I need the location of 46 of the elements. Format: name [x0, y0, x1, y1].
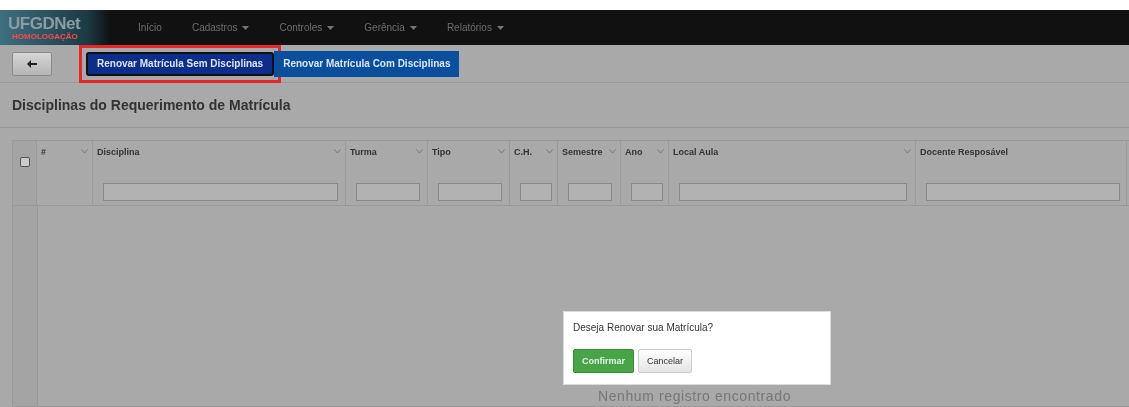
- renew-button[interactable]: Renovar Matrícula Sem Disciplinas: [86, 51, 275, 76]
- column-header[interactable]: #: [41, 147, 46, 157]
- filter-field[interactable]: [520, 183, 552, 201]
- column-header[interactable]: Docente Resposável: [920, 147, 1009, 157]
- filter-field[interactable]: [438, 183, 502, 201]
- chevron-icon[interactable]: [609, 149, 616, 154]
- logo-text: UFGDNet: [8, 14, 81, 32]
- chevron-icon[interactable]: [81, 149, 88, 154]
- chevron-icon[interactable]: [498, 149, 505, 154]
- filter-field[interactable]: [568, 183, 612, 201]
- logo[interactable]: UFGDNet HOMOLOGAÇÃO: [0, 10, 110, 45]
- filter-field[interactable]: [631, 183, 663, 201]
- chevron-icon[interactable]: [416, 149, 423, 154]
- panel-title: Disciplinas do Requerimento de Matrícula: [0, 83, 1129, 128]
- filter-field[interactable]: [356, 183, 420, 201]
- column-header[interactable]: Local Aula: [673, 147, 719, 157]
- nav-menu-item[interactable]: Relatórios: [446, 22, 504, 33]
- caret-icon: [327, 25, 335, 30]
- confirm-button[interactable]: Confirmar: [573, 349, 634, 373]
- back-button[interactable]: [12, 51, 52, 76]
- nav-menu-item[interactable]: Cadastros: [191, 22, 250, 33]
- chevron-icon[interactable]: [546, 149, 553, 154]
- chevron-icon[interactable]: [334, 149, 341, 154]
- chevron-icon[interactable]: [904, 149, 911, 154]
- chevron-icon[interactable]: [657, 149, 664, 154]
- dialog-message: Deseja Renovar sua Matrícula?: [573, 322, 715, 333]
- column-header[interactable]: C.H.: [514, 147, 532, 157]
- nav-menu-item[interactable]: Controles: [279, 22, 335, 33]
- column-header[interactable]: Semestre: [562, 147, 603, 157]
- caret-icon: [409, 25, 417, 30]
- caret-icon: [496, 25, 504, 30]
- column-header[interactable]: Ano: [625, 147, 643, 157]
- back-arrow-icon: [27, 59, 37, 68]
- column-header[interactable]: Disciplina: [97, 147, 140, 157]
- select-all-checkbox[interactable]: [19, 157, 30, 167]
- column-header[interactable]: Turma: [350, 147, 377, 157]
- column-header[interactable]: Tipo: [432, 147, 451, 157]
- caret-icon: [242, 25, 250, 30]
- filter-field[interactable]: [926, 183, 1120, 201]
- environment-label: HOMOLOGAÇÃO: [11, 31, 78, 41]
- nav-menu-item[interactable]: Gerência: [364, 22, 417, 33]
- filter-field[interactable]: [103, 183, 338, 201]
- cancel-button[interactable]: Cancelar: [638, 349, 693, 373]
- filter-field[interactable]: [679, 183, 907, 201]
- renew-button[interactable]: Renovar Matrícula Com Disciplinas: [274, 50, 460, 77]
- nav-menu-item[interactable]: Início: [138, 22, 162, 33]
